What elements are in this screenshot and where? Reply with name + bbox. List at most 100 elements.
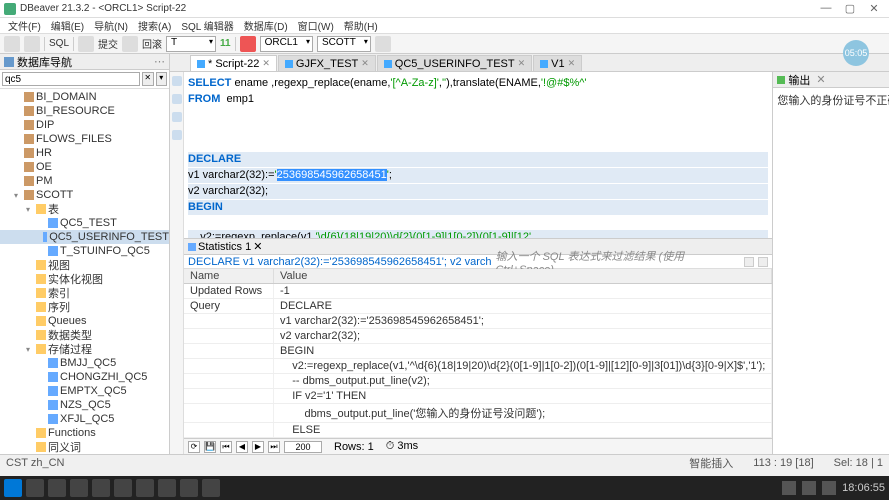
sql-editor[interactable]: SELECT ename ,regexp_replace(ename,'[^A-…: [184, 72, 772, 238]
tray-icon[interactable]: [782, 481, 796, 495]
tree-node[interactable]: 实体化视图: [0, 272, 169, 286]
new-icon[interactable]: [4, 36, 20, 52]
tree-node[interactable]: 序列: [0, 300, 169, 314]
tree-node[interactable]: BI_DOMAIN: [0, 90, 169, 104]
table-row[interactable]: dbms_output.put_line('您输入的身份证号没问题');: [184, 404, 772, 423]
tree-node[interactable]: PM: [0, 174, 169, 188]
menu-item[interactable]: 文件(F): [4, 18, 45, 33]
task-icon[interactable]: [202, 479, 220, 497]
tab-close-icon[interactable]: ✕: [568, 58, 576, 69]
tree-node[interactable]: 数据类型: [0, 328, 169, 342]
maximize-button[interactable]: ▢: [839, 2, 861, 16]
tree-node[interactable]: FLOWS_FILES: [0, 132, 169, 146]
table-row[interactable]: IF v2='1' THEN: [184, 389, 772, 404]
table-row[interactable]: -- dbms_output.put_line(v2);: [184, 374, 772, 389]
minimize-button[interactable]: —: [815, 2, 837, 16]
editor-tab[interactable]: V1✕: [533, 55, 582, 71]
tx-combo[interactable]: T: [166, 36, 216, 52]
tab-close-icon[interactable]: ✕: [518, 58, 526, 69]
close-button[interactable]: ✕: [863, 2, 885, 16]
menu-item[interactable]: 编辑(E): [47, 18, 88, 33]
start-icon[interactable]: [4, 479, 22, 497]
filter-btn2[interactable]: [758, 257, 768, 267]
task-icon[interactable]: [48, 479, 66, 497]
table-row[interactable]: QueryDECLARE: [184, 299, 772, 314]
last-icon[interactable]: ⏭: [268, 441, 280, 453]
tree-node[interactable]: 视图: [0, 258, 169, 272]
tree-node[interactable]: CHONGZHI_QC5: [0, 370, 169, 384]
menu-item[interactable]: SQL 编辑器: [177, 18, 237, 33]
task-icon[interactable]: [114, 479, 132, 497]
tree-node[interactable]: Queues: [0, 314, 169, 328]
editor-tab[interactable]: QC5_USERINFO_TEST✕: [377, 55, 532, 71]
tree-node[interactable]: EMPTX_QC5: [0, 384, 169, 398]
editor-tab[interactable]: * Script-22✕: [190, 55, 277, 71]
tree-node[interactable]: 索引: [0, 286, 169, 300]
tab-close-icon[interactable]: ✕: [361, 58, 369, 69]
rollback-label[interactable]: 回滚: [142, 36, 162, 51]
filter-menu-icon[interactable]: ▾: [156, 72, 168, 86]
tree-node[interactable]: BMJJ_QC5: [0, 356, 169, 370]
clock[interactable]: 18:06:55: [842, 482, 885, 494]
navigator-menu-icon[interactable]: ⋯: [154, 55, 165, 68]
tree-node[interactable]: T_STUINFO_QC5: [0, 244, 169, 258]
commit-label[interactable]: 提交: [98, 36, 118, 51]
save-icon[interactable]: 💾: [204, 441, 216, 453]
col-value[interactable]: Value: [274, 269, 772, 283]
explain-icon[interactable]: [172, 112, 182, 122]
tree-node[interactable]: XFJL_QC5: [0, 412, 169, 426]
tree-node[interactable]: OE: [0, 160, 169, 174]
tree-node[interactable]: 同义词: [0, 440, 169, 454]
results-tab[interactable]: Statistics 1 ✕: [188, 240, 262, 253]
tree-node[interactable]: NZS_QC5: [0, 398, 169, 412]
next-icon[interactable]: ▶: [252, 441, 264, 453]
open-icon[interactable]: [24, 36, 40, 52]
task-icon[interactable]: [158, 479, 176, 497]
tab-close-icon[interactable]: ✕: [253, 240, 262, 253]
commit-icon[interactable]: [78, 36, 94, 52]
task-icon[interactable]: [180, 479, 198, 497]
first-icon[interactable]: ⏮: [220, 441, 232, 453]
table-row[interactable]: BEGIN: [184, 344, 772, 359]
results-grid[interactable]: NameValue Updated Rows-1QueryDECLAREv1 v…: [184, 269, 772, 438]
filter-clear-icon[interactable]: ✕: [142, 72, 154, 86]
settings-icon[interactable]: [375, 36, 391, 52]
navigator-tree[interactable]: BI_DOMAINBI_RESOURCEDIPFLOWS_FILESHROEPM…: [0, 89, 169, 454]
menu-item[interactable]: 搜索(A): [134, 18, 175, 33]
tray-icon[interactable]: [822, 481, 836, 495]
settings-icon[interactable]: [172, 130, 182, 140]
navigator-filter-input[interactable]: [2, 72, 140, 86]
tab-close-icon[interactable]: ✕: [262, 58, 270, 69]
output-close-icon[interactable]: ✕: [816, 73, 825, 86]
tree-node[interactable]: ▾SCOTT: [0, 188, 169, 202]
sql-btn[interactable]: SQL: [49, 38, 69, 49]
menu-item[interactable]: 帮助(H): [340, 18, 382, 33]
col-name[interactable]: Name: [184, 269, 274, 283]
page-input[interactable]: [284, 441, 322, 453]
tree-node[interactable]: ▾存储过程: [0, 342, 169, 356]
task-icon[interactable]: [92, 479, 110, 497]
run-script-icon[interactable]: [172, 94, 182, 104]
task-icon[interactable]: [26, 479, 44, 497]
tree-node[interactable]: ▾表: [0, 202, 169, 216]
tree-node[interactable]: Functions: [0, 426, 169, 440]
table-row[interactable]: v2:=regexp_replace(v1,'^\d{6}(18|19|20)\…: [184, 359, 772, 374]
tree-node[interactable]: QC5_TEST: [0, 216, 169, 230]
output-tab-label[interactable]: 输出: [788, 72, 810, 88]
filter-btn1[interactable]: [744, 257, 754, 267]
tree-node[interactable]: DIP: [0, 118, 169, 132]
prev-icon[interactable]: ◀: [236, 441, 248, 453]
schema-combo[interactable]: SCOTT: [317, 36, 371, 52]
editor-tab[interactable]: GJFX_TEST✕: [278, 55, 376, 71]
table-row[interactable]: ELSE: [184, 423, 772, 438]
task-icon[interactable]: [136, 479, 154, 497]
table-row[interactable]: v2 varchar2(32);: [184, 329, 772, 344]
stop-icon[interactable]: [240, 36, 256, 52]
tree-node[interactable]: BI_RESOURCE: [0, 104, 169, 118]
table-row[interactable]: v1 varchar2(32):='253698545962658451';: [184, 314, 772, 329]
tray-icon[interactable]: [802, 481, 816, 495]
tree-node[interactable]: HR: [0, 146, 169, 160]
rollback-icon[interactable]: [122, 36, 138, 52]
taskbar[interactable]: 18:06:55: [0, 476, 889, 500]
tree-node[interactable]: QC5_USERINFO_TEST: [0, 230, 169, 244]
